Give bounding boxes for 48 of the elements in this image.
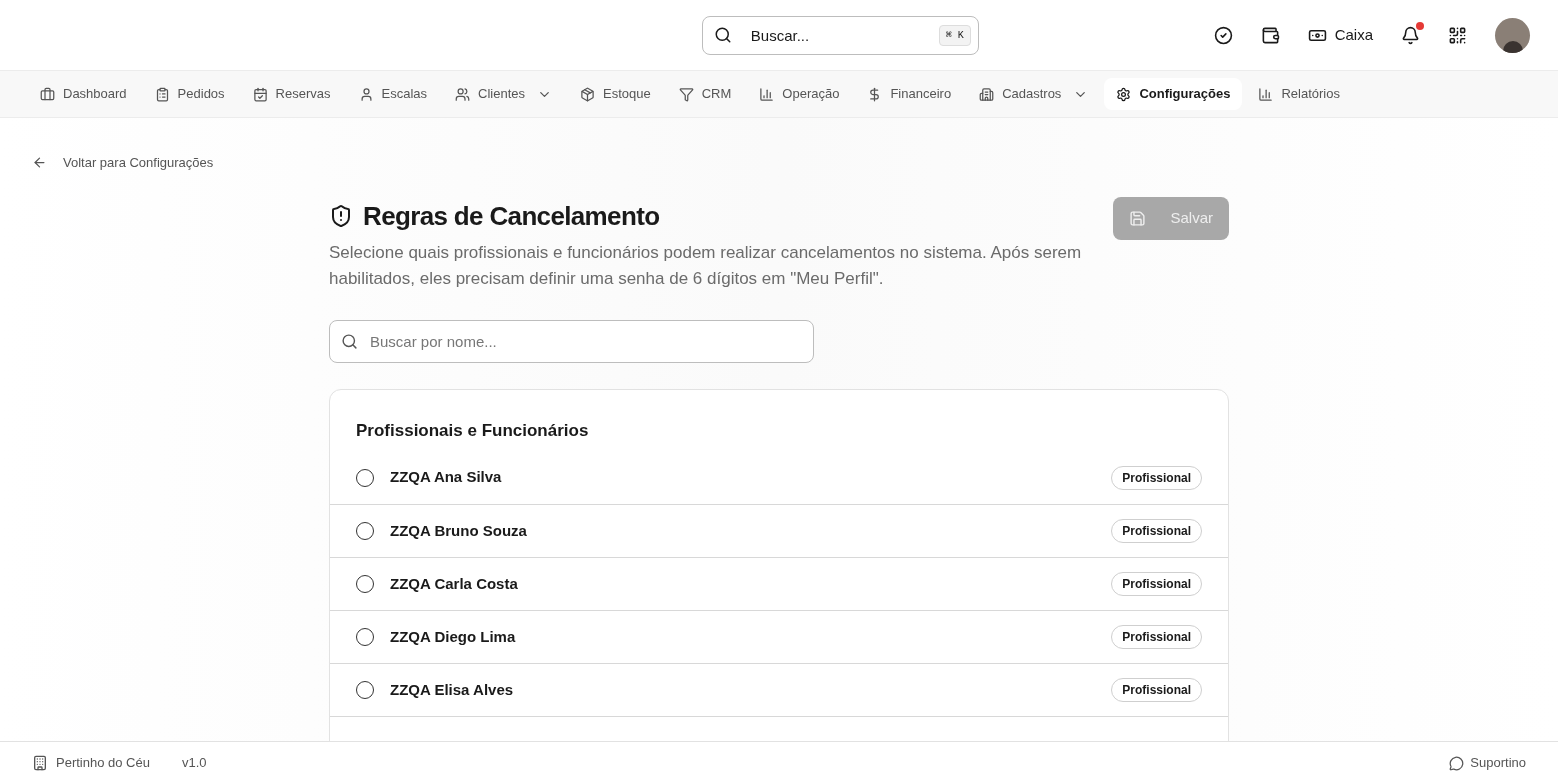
nav-tab[interactable]: Escalas xyxy=(346,78,440,110)
building-icon xyxy=(32,755,48,771)
shield-alert-icon xyxy=(329,204,353,228)
person-name: ZZQA Ana Silva xyxy=(390,467,503,488)
tasks-button[interactable] xyxy=(1213,25,1233,45)
page-title: Regras de Cancelamento xyxy=(363,199,660,233)
nav-tab[interactable]: Configurações xyxy=(1104,78,1243,110)
person-name: ZZQA Diego Lima xyxy=(390,626,517,647)
company-name: Pertinho do Céu xyxy=(56,754,150,773)
nav-tab[interactable]: Pedidos xyxy=(142,78,237,110)
chat-icon xyxy=(1449,755,1465,771)
nav-tab[interactable]: Operação xyxy=(747,78,852,110)
nav-tab[interactable]: Dashboard xyxy=(28,78,139,110)
wallet-button[interactable] xyxy=(1260,25,1280,45)
filter-icon xyxy=(678,86,694,102)
shortcut-key: ⌘ K xyxy=(938,24,971,46)
nav-tab[interactable]: Clientes xyxy=(443,78,564,110)
save-icon xyxy=(1129,209,1147,227)
cash-button[interactable]: Caixa xyxy=(1307,23,1373,47)
nav-tab[interactable]: Financeiro xyxy=(855,78,964,110)
users-icon xyxy=(455,86,471,102)
calendar-icon xyxy=(252,86,268,102)
back-link[interactable]: Voltar para Configurações xyxy=(32,153,214,173)
building-icon xyxy=(979,86,995,102)
person-name: ZZQA Bruno Souza xyxy=(390,520,528,541)
app-version: v1.0 xyxy=(181,754,207,773)
person-name: ZZQA Carla Costa xyxy=(390,573,519,594)
search-icon xyxy=(713,25,732,44)
briefcase-icon xyxy=(40,86,55,102)
person-name: ZZQA Elisa Alves xyxy=(390,679,515,700)
nav-tab[interactable]: Estoque xyxy=(568,78,663,110)
support-link[interactable]: Suportino xyxy=(1449,753,1526,773)
list-title: Profissionais e Funcionários xyxy=(355,419,590,442)
settings-icon xyxy=(1116,86,1132,102)
user-icon xyxy=(358,86,374,102)
nav-tab[interactable]: Cadastros xyxy=(967,78,1101,110)
qr-code-button[interactable] xyxy=(1448,25,1467,45)
nav-tab[interactable]: Reservas xyxy=(240,78,343,110)
nav-tab[interactable]: CRM xyxy=(666,78,744,110)
bar-chart-icon xyxy=(1258,86,1274,102)
search-icon xyxy=(341,332,358,350)
name-search-field[interactable]: Buscar por nome... xyxy=(329,319,814,363)
nav-tab[interactable]: Relatórios xyxy=(1246,78,1352,110)
bar-chart-icon xyxy=(759,86,775,102)
clipboard-icon xyxy=(154,86,170,102)
avatar[interactable] xyxy=(1495,17,1530,53)
box-icon xyxy=(580,86,595,102)
page-description: Selecione quais profissionais e funcionários podem realizar cancelamentos no sistema. Após serem habilitados, eles precisam definir uma senha de 6 dígitos em "Meu Perfil". xyxy=(329,241,1083,290)
